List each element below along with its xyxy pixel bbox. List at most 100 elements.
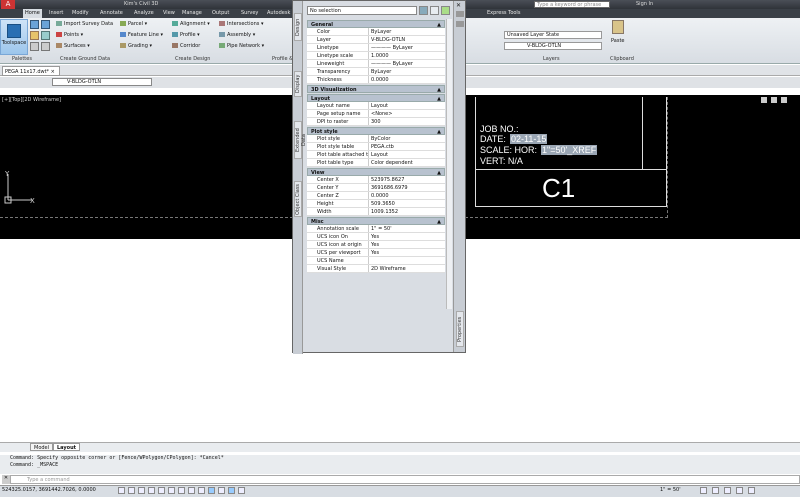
property-row[interactable]: Layer V-BLDG-OTLN — [307, 36, 445, 44]
command-input[interactable]: Type a command — [10, 475, 800, 484]
property-value[interactable]: 1" = 50' — [369, 225, 445, 232]
tab-home[interactable]: Home — [23, 9, 42, 18]
dynamic-input-icon[interactable] — [208, 487, 215, 494]
property-row[interactable]: UCS per viewport Yes — [307, 249, 445, 257]
object-snap-tracking-icon[interactable] — [188, 487, 195, 494]
tab-survey[interactable]: Survey — [241, 10, 258, 16]
viewport-controls[interactable]: [+][Top][2D Wireframe] — [2, 97, 61, 103]
tab-autodesk[interactable]: Autodesk — [267, 10, 290, 16]
property-row[interactable]: Height 509.3650 — [307, 200, 445, 208]
tab-express-tools[interactable]: Express Tools — [487, 10, 520, 16]
layer-dropdown[interactable]: V-BLDG-OTLN — [52, 78, 152, 86]
property-value[interactable]: V-BLDG-OTLN — [369, 36, 445, 43]
tab-annotate[interactable]: Annotate — [100, 10, 123, 16]
property-section-header[interactable]: Layout ▲ — [307, 94, 445, 102]
property-row[interactable]: Page setup name <None> — [307, 110, 445, 118]
property-value[interactable]: 1009.1352 — [369, 208, 445, 215]
close-icon[interactable] — [781, 97, 787, 103]
tab-insert[interactable]: Insert — [49, 10, 63, 16]
sign-in-button[interactable]: Sign In — [636, 1, 653, 7]
layers-palette-icon[interactable] — [30, 31, 39, 40]
property-row[interactable]: Linetype scale 1.0000 — [307, 52, 445, 60]
select-objects-icon[interactable] — [430, 6, 439, 15]
minimize-icon[interactable] — [761, 97, 767, 103]
quick-select-icon[interactable] — [441, 6, 450, 15]
properties-scrollbar[interactable] — [446, 19, 452, 309]
date-field[interactable]: 02-11-15 — [510, 134, 548, 144]
property-value[interactable]: 509.3650 — [369, 200, 445, 207]
coordinate-readout[interactable]: 524325.0157, 3691442.7026, 0.0000 — [2, 487, 96, 493]
property-value[interactable]: 0.0000 — [369, 192, 445, 199]
feature-line-button[interactable]: Feature Line ▾ — [120, 32, 163, 38]
document-tab[interactable]: PEGA 11x17.dwt* × — [2, 66, 60, 76]
polar-tracking-icon[interactable] — [158, 487, 165, 494]
property-value[interactable]: Yes — [369, 233, 445, 240]
transparency-icon[interactable] — [228, 487, 235, 494]
object-snap-icon[interactable] — [168, 487, 175, 494]
app-logo-icon[interactable]: A — [1, 0, 15, 9]
tab-output[interactable]: Output — [212, 10, 229, 16]
scale-field[interactable]: 1"=50'_XREF — [541, 145, 598, 155]
property-row[interactable]: Plot style ByColor — [307, 135, 445, 143]
restore-icon[interactable] — [771, 97, 777, 103]
property-value[interactable]: Layout — [369, 151, 445, 158]
property-value[interactable]: Color dependent — [369, 159, 445, 166]
isolate-objects-icon[interactable] — [736, 487, 743, 494]
grading-button[interactable]: Grading ▾ — [120, 43, 152, 49]
parcel-button[interactable]: Parcel ▾ — [120, 21, 147, 27]
property-value[interactable]: Yes — [369, 249, 445, 256]
lock-icon[interactable] — [724, 487, 731, 494]
corridor-button[interactable]: Corridor — [172, 43, 200, 49]
palette-close-icon[interactable]: ✕ — [456, 2, 461, 9]
3d-object-snap-icon[interactable] — [178, 487, 185, 494]
annotation-visibility-icon[interactable] — [700, 487, 707, 494]
panel-label-layers[interactable]: Layers — [543, 56, 560, 62]
property-row[interactable]: UCS icon On Yes — [307, 233, 445, 241]
property-value[interactable]: Layout — [369, 102, 445, 109]
property-value[interactable] — [369, 257, 445, 264]
property-row[interactable]: DPI to raster 300 — [307, 118, 445, 126]
tab-object-class[interactable]: Object Class — [294, 181, 302, 217]
tab-manage[interactable]: Manage — [182, 10, 202, 16]
property-row[interactable]: Linetype ———— ByLayer — [307, 44, 445, 52]
quick-properties-icon[interactable] — [238, 487, 245, 494]
selection-dropdown[interactable]: No selection — [307, 6, 417, 15]
collapse-icon[interactable]: ▲ — [437, 95, 441, 103]
property-section-header[interactable]: Plot style ▲ — [307, 127, 445, 135]
property-section-header[interactable]: 3D Visualization ▲ — [307, 85, 445, 93]
design-center-icon[interactable] — [30, 42, 39, 51]
properties-icon[interactable] — [41, 20, 50, 29]
lineweight-icon[interactable] — [218, 487, 225, 494]
property-row[interactable]: Plot style table PEGA.ctb — [307, 143, 445, 151]
alignment-button[interactable]: Alignment ▾ — [172, 21, 210, 27]
tab-analyze[interactable]: Analyze — [134, 10, 154, 16]
property-row[interactable]: Color ByLayer — [307, 28, 445, 36]
property-row[interactable]: Plot table type Color dependent — [307, 159, 445, 167]
panel-label-create-design[interactable]: Create Design — [175, 56, 210, 62]
clean-screen-icon[interactable] — [748, 487, 755, 494]
workspace-switching-icon[interactable] — [712, 487, 719, 494]
annotation-scale[interactable]: 1" = 50' — [660, 487, 681, 493]
tab-display[interactable]: Display — [294, 71, 302, 97]
property-row[interactable]: UCS Name — [307, 257, 445, 265]
property-section-header[interactable]: General ▲ — [307, 20, 445, 28]
assembly-button[interactable]: Assembly ▾ — [219, 32, 255, 38]
ortho-mode-icon[interactable] — [148, 487, 155, 494]
property-value[interactable]: ———— ByLayer — [369, 60, 445, 67]
panel-label-clipboard[interactable]: Clipboard — [610, 56, 634, 62]
command-close-icon[interactable]: ✕ — [2, 475, 10, 484]
property-value[interactable]: 1.0000 — [369, 52, 445, 59]
property-value[interactable]: ByLayer — [369, 68, 445, 75]
property-row[interactable]: Center Y 3691686.6979 — [307, 184, 445, 192]
surfaces-button[interactable]: Surfaces ▾ — [56, 43, 90, 49]
property-value[interactable]: <None> — [369, 110, 445, 117]
pipe-network-button[interactable]: Pipe Network ▾ — [219, 43, 264, 49]
ribbon-layer-dropdown[interactable]: V-BLDG-OTLN — [504, 42, 602, 50]
toggle-pickadd-icon[interactable] — [419, 6, 428, 15]
property-value[interactable]: 0.0000 — [369, 76, 445, 83]
property-value[interactable]: ———— ByLayer — [369, 44, 445, 51]
palette-autohide-icon[interactable] — [456, 11, 464, 17]
points-button[interactable]: Points ▾ — [56, 32, 83, 38]
profile-button[interactable]: Profile ▾ — [172, 32, 200, 38]
property-row[interactable]: Width 1009.1352 — [307, 208, 445, 216]
